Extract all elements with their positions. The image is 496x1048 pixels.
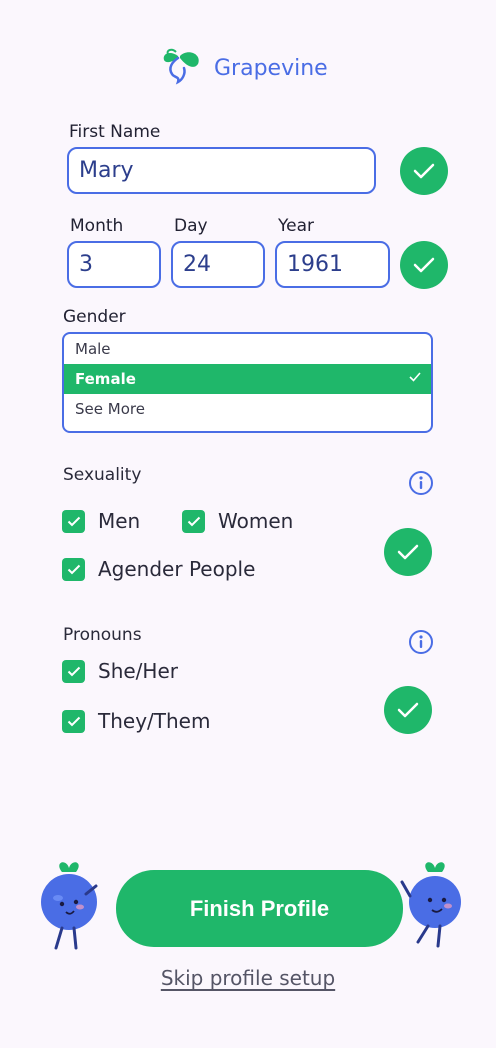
- check-icon: [67, 564, 80, 574]
- pronouns-valid-badge: [384, 686, 432, 734]
- sexuality-option-men[interactable]: Men: [62, 509, 140, 533]
- checkbox-label: They/Them: [98, 709, 211, 733]
- gender-option-label: Female: [75, 370, 136, 388]
- first-name-label: First Name: [69, 122, 161, 142]
- checkbox[interactable]: [62, 557, 85, 581]
- checkbox[interactable]: [62, 509, 85, 533]
- check-icon: [397, 544, 419, 560]
- pronoun-option-they-them[interactable]: They/Them: [62, 709, 210, 733]
- info-icon[interactable]: [408, 470, 434, 496]
- check-icon: [413, 163, 435, 179]
- day-label: Day: [174, 216, 208, 236]
- month-label: Month: [70, 216, 124, 236]
- blueberry-mascot-icon: [41, 862, 98, 950]
- selected-check-icon: [409, 372, 421, 382]
- app-name: Grapevine: [214, 55, 328, 81]
- dob-valid-badge: [400, 241, 448, 289]
- sexuality-valid-badge: [384, 528, 432, 576]
- check-icon: [67, 516, 80, 526]
- gender-select[interactable]: Male Female See More: [62, 332, 433, 433]
- gender-option-female[interactable]: Female: [64, 364, 431, 394]
- pronoun-option-she-her[interactable]: She/Her: [62, 659, 178, 683]
- gender-label: Gender: [63, 307, 126, 327]
- sexuality-option-women[interactable]: Women: [182, 509, 293, 533]
- gender-option-label: See More: [75, 400, 145, 418]
- gender-option-label: Male: [75, 340, 111, 358]
- year-field[interactable]: 1961: [275, 241, 390, 288]
- sexuality-option-agender[interactable]: Agender People: [62, 557, 255, 581]
- checkbox-label: She/Her: [98, 659, 178, 683]
- day-field[interactable]: 24: [171, 241, 265, 288]
- pronouns-label: Pronouns: [63, 625, 142, 645]
- sexuality-label: Sexuality: [63, 465, 142, 485]
- check-icon: [67, 666, 80, 676]
- checkbox-label: Men: [98, 509, 141, 533]
- month-value: 3: [79, 252, 93, 277]
- skip-profile-setup-link[interactable]: Skip profile setup: [0, 966, 496, 990]
- month-field[interactable]: 3: [67, 241, 161, 288]
- check-icon: [397, 702, 419, 718]
- year-value: 1961: [287, 252, 343, 277]
- info-icon[interactable]: [408, 629, 434, 655]
- checkbox[interactable]: [182, 509, 205, 533]
- check-icon: [67, 716, 80, 726]
- gender-option-see-more[interactable]: See More: [64, 394, 431, 424]
- year-label: Year: [278, 216, 314, 236]
- check-icon: [187, 516, 200, 526]
- checkbox[interactable]: [62, 659, 85, 683]
- first-name-value: Mary: [79, 158, 134, 183]
- finish-profile-button[interactable]: Finish Profile: [116, 870, 403, 947]
- gender-option-male[interactable]: Male: [64, 334, 431, 364]
- day-value: 24: [183, 252, 211, 277]
- checkbox-label: Agender People: [98, 557, 256, 581]
- grape-logo-icon: [163, 48, 199, 85]
- blueberry-mascot-icon: [400, 862, 461, 948]
- app-logo: Grapevine: [158, 48, 328, 88]
- first-name-field[interactable]: Mary: [67, 147, 376, 194]
- first-name-valid-badge: [400, 147, 448, 195]
- check-icon: [413, 257, 435, 273]
- checkbox[interactable]: [62, 709, 85, 733]
- checkbox-label: Women: [218, 509, 294, 533]
